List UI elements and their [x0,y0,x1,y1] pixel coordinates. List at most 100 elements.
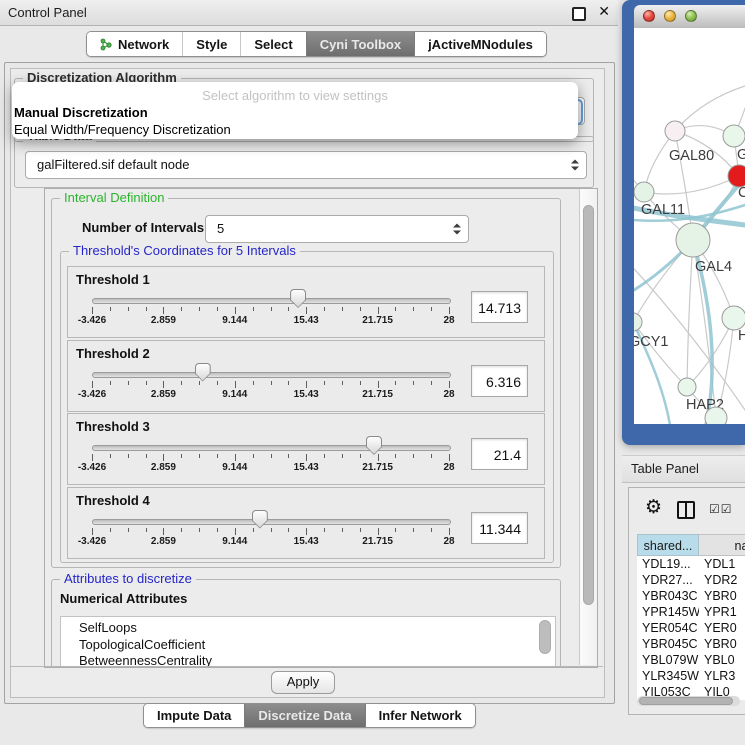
slider-thumb[interactable] [195,363,211,382]
table-row[interactable]: YDL19...YDL1 [637,556,745,572]
gear-icon[interactable]: ⚙ [645,498,662,517]
tab-discretize-data[interactable]: Discretize Data [244,704,365,727]
network-node-GAL4[interactable] [676,223,710,257]
cell-name[interactable]: YPR1 [699,604,745,620]
slider-tick [271,307,272,311]
table-row[interactable]: YDR27...YDR2 [637,572,745,588]
tab-select[interactable]: Select [241,32,305,56]
dropdown-option-manual-discretization[interactable]: Manual Discretization [12,104,578,121]
slider-tick [110,528,111,532]
slider-tick [92,307,93,314]
slider-tick [92,528,93,535]
numerical-attributes-list[interactable]: SelfLoopsTopologicalCoefficientBetweenne… [60,616,556,668]
combobox-arrows-icon [571,160,579,171]
slider-track[interactable] [92,519,451,525]
cell-shared-name[interactable]: YBR043C [637,588,699,604]
apply-button[interactable]: Apply [271,671,335,694]
attributes-list-scrollbar-thumb[interactable] [539,620,551,654]
cell-name[interactable]: YLR3 [699,668,745,684]
threshold-value-field[interactable]: 21.4 [471,438,528,470]
zoom-window-icon[interactable] [685,10,697,22]
threshold-value-field[interactable]: 11.344 [471,512,528,544]
cell-name[interactable]: YER0 [699,620,745,636]
cell-name[interactable]: YBR0 [699,636,745,652]
cell-shared-name[interactable]: YBL079W [637,652,699,668]
control-panel-titlebar: Control Panel ✕ [0,0,618,26]
minimize-window-icon[interactable] [664,10,676,22]
slider-thumb[interactable] [366,436,382,455]
slider-tick [288,454,289,458]
slider-tick [431,528,432,532]
table-row[interactable]: YLR345WYLR3 [637,668,745,684]
table-row[interactable]: YPR145WYPR1 [637,604,745,620]
cell-name[interactable]: YDR2 [699,572,745,588]
cell-shared-name[interactable]: YDL19... [637,556,699,572]
table-row[interactable]: YBL079WYBL0 [637,652,745,668]
attribute-list-item[interactable]: TopologicalCoefficient [61,637,555,654]
slider-track[interactable] [92,445,451,451]
cell-shared-name[interactable]: YDR27... [637,572,699,588]
tab-network-label: Network [118,37,169,52]
slider-thumb[interactable] [290,289,306,308]
slider-tick-label: 21.715 [362,389,393,400]
slider-thumb[interactable] [252,510,268,529]
network-node-GCY1[interactable] [634,313,642,331]
float-panel-button[interactable] [572,7,586,21]
network-node-node-h[interactable] [722,306,745,330]
tab-style-label: Style [196,37,227,52]
network-node-node-bottom[interactable] [705,407,727,424]
slider-tick [449,381,450,388]
control-panel-tabs: Network Style Select Cyni Toolbox jActiv… [86,31,547,57]
tab-cyni-toolbox[interactable]: Cyni Toolbox [306,32,415,56]
tab-network[interactable]: Network [87,32,183,56]
settings-vertical-scrollbar[interactable] [579,189,597,665]
number-of-intervals-spinner[interactable]: 5 [205,215,469,243]
network-node-GAL80[interactable] [665,121,685,141]
slider-track[interactable] [92,298,451,304]
table-rows: YDL19...YDL1YDR27...YDR2YBR043CYBR0YPR14… [637,556,745,700]
settings-scrollbar-thumb[interactable] [583,205,594,605]
select-columns-icon[interactable]: ☑☑ [709,502,733,516]
tab-jactivemnodules[interactable]: jActiveMNodules [415,32,546,56]
close-panel-button[interactable]: ✕ [598,3,610,20]
cell-shared-name[interactable]: YPR145W [637,604,699,620]
network-node-node-red[interactable] [728,165,745,187]
network-canvas[interactable]: GAL80GCGAL11GAL4GCY1HHAP2 [634,28,745,424]
tab-style[interactable]: Style [183,32,241,56]
attribute-list-item[interactable]: SelfLoops [61,620,555,637]
dropdown-option-equal-width[interactable]: Equal Width/Frequency Discretization [12,121,578,138]
cell-shared-name[interactable]: YER054C [637,620,699,636]
slider-tick [324,528,325,532]
cell-shared-name[interactable]: YLR345W [637,668,699,684]
tab-impute-data[interactable]: Impute Data [144,704,244,727]
threshold-value-field[interactable]: 6.316 [471,365,528,397]
cell-name[interactable]: YBL0 [699,652,745,668]
table-row[interactable]: YER054CYER0 [637,620,745,636]
table-row[interactable]: YBR043CYBR0 [637,588,745,604]
network-node-node-top-right[interactable] [723,125,745,147]
tab-infer-network[interactable]: Infer Network [366,704,475,727]
slider-tick [288,307,289,311]
table-hscrollbar-thumb[interactable] [639,697,733,705]
close-window-icon[interactable] [643,10,655,22]
threshold-value-field[interactable]: 14.713 [471,291,528,323]
network-node-label: GAL4 [695,259,732,275]
slider-tick [128,528,129,532]
slider-tick-label: 15.43 [294,389,319,400]
cell-name[interactable]: YDL1 [699,556,745,572]
column-header-shared-name[interactable]: shared... [637,534,699,556]
slider-tick [378,381,379,388]
split-columns-icon[interactable] [677,501,695,519]
cell-name[interactable]: YBR0 [699,588,745,604]
network-node-HAP2[interactable] [678,378,696,396]
cell-shared-name[interactable]: YBR045C [637,636,699,652]
network-view-window[interactable]: GAL80GCGAL11GAL4GCY1HHAP2 [622,0,745,445]
table-row[interactable]: YBR045CYBR0 [637,636,745,652]
column-header-name[interactable]: na [699,534,745,556]
table-horizontal-scrollbar[interactable] [637,696,740,706]
table-data-combobox[interactable]: galFiltered.sif default node [25,151,587,179]
slider-tick [342,454,343,458]
network-node-GAL11[interactable] [634,182,654,202]
network-window-titlebar[interactable] [634,5,745,29]
slider-track[interactable] [92,372,451,378]
